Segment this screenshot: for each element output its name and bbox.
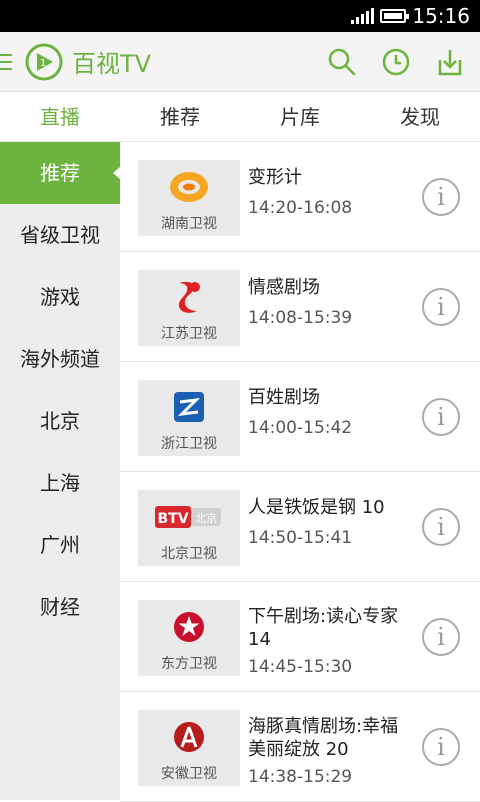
channel-row[interactable]: 江苏卫视 情感剧场 14:08-15:39 i [120, 252, 480, 362]
program-title: 人是铁饭是钢 10 [248, 497, 385, 518]
channel-name: 安徽卫视 [161, 766, 217, 782]
channel-row[interactable]: 湖南卫视 变形计 14:20-16:08 i [120, 142, 480, 252]
jiangsu-tv-logo-icon [138, 274, 240, 320]
app-title: 百视TV [72, 50, 152, 78]
svg-text:1: 1 [40, 58, 46, 69]
category-sidebar: 推荐 省级卫视 游戏 海外频道 北京 上海 广州 财经 [0, 142, 120, 800]
sidebar-item-games[interactable]: 游戏 [0, 266, 120, 328]
program-time: 14:38-15:29 [248, 767, 353, 787]
info-icon[interactable]: i [422, 288, 460, 326]
top-tabs: 直播 推荐 片库 发现 [0, 92, 480, 142]
info-icon[interactable]: i [422, 728, 460, 766]
menu-icon[interactable] [0, 53, 18, 70]
info-icon[interactable]: i [422, 398, 460, 436]
program-title: 变形计 [248, 167, 302, 188]
sidebar-item-guangzhou[interactable]: 广州 [0, 514, 120, 576]
hunan-tv-logo-icon [138, 164, 240, 210]
channel-row[interactable]: 浙江卫视 百姓剧场 14:00-15:42 i [120, 362, 480, 472]
program-time: 14:00-15:42 [248, 418, 353, 438]
anhui-tv-logo-icon [138, 714, 240, 760]
channel-thumbnail: 安徽卫视 [138, 710, 240, 786]
sidebar-item-beijing[interactable]: 北京 [0, 390, 120, 452]
channel-thumbnail: 浙江卫视 [138, 380, 240, 456]
channel-name: 湖南卫视 [161, 216, 217, 232]
app-logo-icon: 1 [25, 43, 63, 80]
app-brand: 1 百视TV [24, 42, 151, 82]
btv-logo-text2: 北京 [195, 511, 217, 525]
program-time: 14:08-15:39 [248, 308, 353, 328]
channel-row[interactable]: 安徽卫视 海豚真情剧场:幸福美丽绽放 20 14:38-15:29 i [120, 692, 480, 802]
channel-thumbnail: 湖南卫视 [138, 160, 240, 236]
channel-name: 浙江卫视 [161, 436, 217, 452]
download-icon[interactable] [434, 46, 466, 78]
sidebar-item-provincial[interactable]: 省级卫视 [0, 204, 120, 266]
tab-recommend[interactable]: 推荐 [120, 92, 240, 141]
btv-logo-text: BTV [157, 511, 188, 527]
program-title: 下午剧场:读心专家 14 [248, 606, 399, 650]
sidebar-item-finance[interactable]: 财经 [0, 576, 120, 638]
channel-row[interactable]: 东方卫视 下午剧场:读心专家 14 14:45-15:30 i [120, 582, 480, 692]
channel-thumbnail: 江苏卫视 [138, 270, 240, 346]
program-time: 14:50-15:41 [248, 528, 353, 548]
dragon-tv-logo-icon [138, 604, 240, 650]
channel-row[interactable]: BTV 北京 北京卫视 人是铁饭是钢 10 14:50-15:41 i [120, 472, 480, 582]
btv-logo-icon: BTV 北京 [138, 494, 240, 540]
channel-thumbnail: 东方卫视 [138, 600, 240, 676]
program-title: 海豚真情剧场:幸福美丽绽放 20 [248, 716, 399, 760]
info-icon[interactable]: i [422, 618, 460, 656]
battery-icon [380, 9, 410, 23]
tab-discover[interactable]: 发现 [360, 92, 480, 141]
signal-icon [351, 8, 375, 24]
tab-library[interactable]: 片库 [240, 92, 360, 141]
status-time: 15:16 [412, 4, 470, 28]
sidebar-item-shanghai[interactable]: 上海 [0, 452, 120, 514]
app-bar: 1 百视TV [0, 32, 480, 92]
tab-live[interactable]: 直播 [0, 92, 120, 141]
sidebar-item-overseas[interactable]: 海外频道 [0, 328, 120, 390]
info-icon[interactable]: i [422, 178, 460, 216]
program-title: 百姓剧场 [248, 387, 320, 408]
program-time: 14:45-15:30 [248, 657, 353, 677]
channel-list: 湖南卫视 变形计 14:20-16:08 i 江苏卫视 情感剧场 14:08-1… [120, 142, 480, 802]
sidebar-item-recommend[interactable]: 推荐 [0, 142, 120, 204]
info-icon[interactable]: i [422, 508, 460, 546]
program-time: 14:20-16:08 [248, 198, 353, 218]
zhejiang-tv-logo-icon [138, 384, 240, 430]
status-bar: 15:16 [0, 0, 480, 32]
program-title: 情感剧场 [248, 277, 320, 298]
search-icon[interactable] [326, 46, 358, 78]
channel-name: 江苏卫视 [161, 326, 217, 342]
channel-name: 北京卫视 [161, 546, 217, 562]
channel-thumbnail: BTV 北京 北京卫视 [138, 490, 240, 566]
history-clock-icon[interactable] [380, 46, 412, 78]
channel-name: 东方卫视 [161, 656, 217, 672]
